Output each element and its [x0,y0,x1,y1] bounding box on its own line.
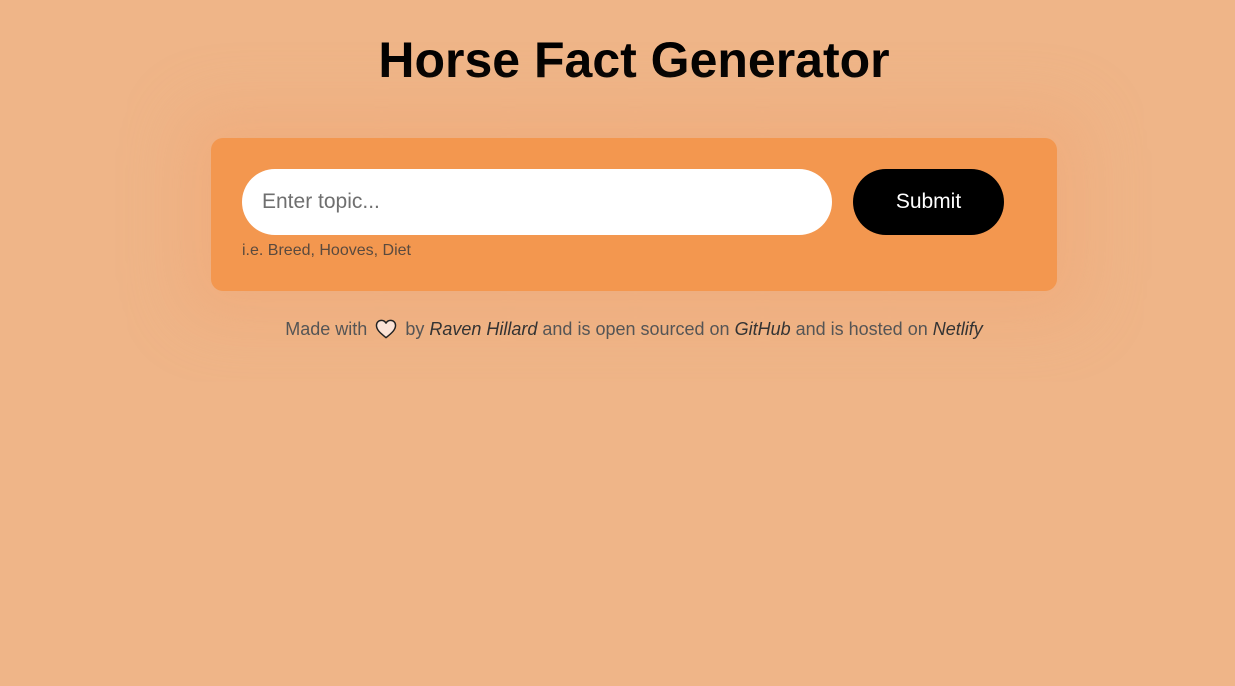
page-title: Horse Fact Generator [378,32,890,88]
topic-form-card: Submit i.e. Breed, Hooves, Diet [211,138,1057,291]
topic-input[interactable] [242,169,832,235]
footer-made-with: Made with [285,319,368,339]
footer: Made with by Raven Hillard and is open s… [0,316,1235,342]
topic-hint: i.e. Breed, Hooves, Diet [242,242,411,259]
netlify-link[interactable]: Netlify [933,319,983,339]
github-link[interactable]: GitHub [735,319,791,339]
footer-open-sourced: and is open sourced on [542,319,730,339]
author-link[interactable]: Raven Hillard [429,319,537,339]
footer-by: by [405,319,425,339]
heart-icon [375,319,397,339]
footer-hosted: and is hosted on [795,319,928,339]
submit-button[interactable]: Submit [853,169,1004,235]
